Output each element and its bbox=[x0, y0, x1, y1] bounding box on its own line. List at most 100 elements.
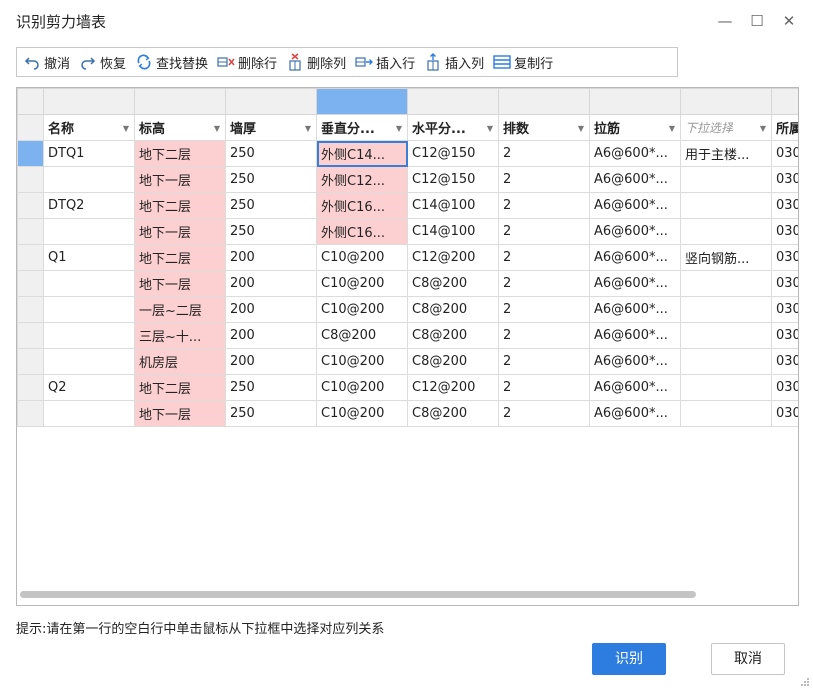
cell-tie[interactable]: A6@600*... bbox=[589, 400, 681, 427]
cell-horizontal[interactable]: C14@100 bbox=[407, 192, 499, 219]
chevron-down-icon[interactable]: ▼ bbox=[760, 124, 766, 133]
row-header[interactable] bbox=[17, 348, 44, 375]
cell-elevation[interactable]: 地下二层 bbox=[134, 192, 226, 219]
cell-vertical[interactable]: C10@200 bbox=[316, 400, 408, 427]
copy-row-button[interactable]: 复制行 bbox=[493, 50, 553, 74]
cell-elevation[interactable]: 地下二层 bbox=[134, 140, 226, 167]
cell-tie[interactable]: A6@600*... bbox=[589, 192, 681, 219]
cell-rows[interactable]: 2 bbox=[498, 140, 590, 167]
row-header[interactable] bbox=[17, 166, 44, 193]
row-header[interactable] bbox=[17, 400, 44, 427]
cell-thickness[interactable]: 250 bbox=[225, 400, 317, 427]
cell-dropdown-select[interactable] bbox=[680, 348, 772, 375]
cell-name[interactable]: DTQ2 bbox=[43, 192, 135, 219]
data-grid[interactable]: 名称 ▼ 标高 ▼ 墙厚 ▼ 垂直分... ▼ 水平分... ▼ 排数 ▼ 拉筋 ▼ 下拉选择… bbox=[16, 87, 799, 606]
cell-vertical[interactable]: 外侧C16... bbox=[316, 192, 408, 219]
column-selector[interactable] bbox=[134, 88, 226, 115]
cell-tie[interactable]: A6@600*... bbox=[589, 374, 681, 401]
cell-vertical[interactable]: C10@200 bbox=[316, 244, 408, 271]
column-selector[interactable] bbox=[498, 88, 590, 115]
cell-elevation[interactable]: 地下二层 bbox=[134, 374, 226, 401]
header-cell-name[interactable]: 名称 ▼ bbox=[43, 114, 135, 141]
cell-dropdown-select[interactable] bbox=[680, 374, 772, 401]
cell-tie[interactable]: A6@600*... bbox=[589, 244, 681, 271]
cell-rows[interactable]: 2 bbox=[498, 192, 590, 219]
header-cell-elevation[interactable]: 标高 ▼ bbox=[134, 114, 226, 141]
column-selector[interactable] bbox=[225, 88, 317, 115]
cell-belongs[interactable]: 030 bbox=[771, 218, 798, 245]
undo-button[interactable]: 撤消 bbox=[23, 50, 70, 74]
cell-thickness[interactable]: 200 bbox=[225, 244, 317, 271]
column-selector[interactable] bbox=[43, 88, 135, 115]
cell-elevation[interactable]: 一层~二层 bbox=[134, 296, 226, 323]
column-selector-active[interactable] bbox=[316, 88, 408, 115]
chevron-down-icon[interactable]: ▼ bbox=[487, 124, 493, 133]
delete-row-button[interactable]: 删除行 bbox=[217, 50, 277, 74]
chevron-down-icon[interactable]: ▼ bbox=[396, 124, 402, 133]
header-cell-dropdown-select[interactable]: 下拉选择 ▼ bbox=[680, 114, 772, 141]
cell-horizontal[interactable]: C8@200 bbox=[407, 322, 499, 349]
cell-belongs[interactable]: 030 bbox=[771, 296, 798, 323]
cell-name[interactable] bbox=[43, 270, 135, 297]
resize-grip-icon[interactable] bbox=[801, 678, 809, 686]
cell-belongs[interactable]: 030 bbox=[771, 270, 798, 297]
cell-thickness[interactable]: 200 bbox=[225, 296, 317, 323]
recognize-button[interactable]: 识别 bbox=[592, 643, 666, 675]
row-header[interactable] bbox=[17, 296, 44, 323]
row-header[interactable] bbox=[17, 322, 44, 349]
cell-elevation[interactable]: 地下一层 bbox=[134, 166, 226, 193]
title-bar[interactable]: 识别剪力墙表 — ☐ ✕ bbox=[0, 0, 813, 44]
chevron-down-icon[interactable]: ▼ bbox=[214, 124, 220, 133]
cell-dropdown-select[interactable] bbox=[680, 322, 772, 349]
cell-name[interactable]: Q2 bbox=[43, 374, 135, 401]
row-header[interactable] bbox=[17, 218, 44, 245]
cell-elevation[interactable]: 地下一层 bbox=[134, 400, 226, 427]
column-selector[interactable] bbox=[589, 88, 681, 115]
cell-dropdown-select[interactable] bbox=[680, 192, 772, 219]
header-cell-horizontal[interactable]: 水平分... ▼ bbox=[407, 114, 499, 141]
column-selector[interactable] bbox=[680, 88, 772, 115]
cell-tie[interactable]: A6@600*... bbox=[589, 166, 681, 193]
cell-horizontal[interactable]: C14@100 bbox=[407, 218, 499, 245]
redo-button[interactable]: 恢复 bbox=[79, 50, 126, 74]
chevron-down-icon[interactable]: ▼ bbox=[669, 124, 675, 133]
row-header[interactable] bbox=[17, 140, 44, 167]
close-button[interactable]: ✕ bbox=[776, 8, 802, 34]
cell-horizontal[interactable]: C12@150 bbox=[407, 140, 499, 167]
find-replace-button[interactable]: 查找替换 bbox=[135, 50, 208, 74]
cell-elevation[interactable]: 机房层 bbox=[134, 348, 226, 375]
cell-elevation[interactable]: 地下一层 bbox=[134, 218, 226, 245]
cell-thickness[interactable]: 250 bbox=[225, 140, 317, 167]
cell-rows[interactable]: 2 bbox=[498, 244, 590, 271]
cell-belongs[interactable]: 030 bbox=[771, 374, 798, 401]
horizontal-scrollbar[interactable] bbox=[20, 591, 696, 598]
cell-dropdown-select[interactable]: 竖向钢筋... bbox=[680, 244, 772, 271]
cell-horizontal[interactable]: C12@150 bbox=[407, 166, 499, 193]
cell-name[interactable]: Q1 bbox=[43, 244, 135, 271]
cell-rows[interactable]: 2 bbox=[498, 270, 590, 297]
cell-tie[interactable]: A6@600*... bbox=[589, 296, 681, 323]
header-cell-vertical[interactable]: 垂直分... ▼ bbox=[316, 114, 408, 141]
chevron-down-icon[interactable]: ▼ bbox=[305, 124, 311, 133]
cell-name[interactable] bbox=[43, 322, 135, 349]
cell-belongs[interactable]: 030 bbox=[771, 348, 798, 375]
cell-thickness[interactable]: 250 bbox=[225, 374, 317, 401]
cell-thickness[interactable]: 200 bbox=[225, 270, 317, 297]
cell-horizontal[interactable]: C8@200 bbox=[407, 296, 499, 323]
cell-thickness[interactable]: 250 bbox=[225, 218, 317, 245]
minimize-button[interactable]: — bbox=[712, 8, 738, 34]
cell-rows[interactable]: 2 bbox=[498, 218, 590, 245]
cell-horizontal[interactable]: C12@200 bbox=[407, 244, 499, 271]
cell-rows[interactable]: 2 bbox=[498, 374, 590, 401]
cell-name[interactable]: DTQ1 bbox=[43, 140, 135, 167]
row-header[interactable] bbox=[17, 244, 44, 271]
cell-vertical[interactable]: 外侧C16... bbox=[316, 218, 408, 245]
cell-rows[interactable]: 2 bbox=[498, 296, 590, 323]
column-selector[interactable] bbox=[771, 88, 798, 115]
cell-dropdown-select[interactable] bbox=[680, 296, 772, 323]
chevron-down-icon[interactable]: ▼ bbox=[123, 124, 129, 133]
cell-horizontal[interactable]: C8@200 bbox=[407, 270, 499, 297]
cell-dropdown-select[interactable] bbox=[680, 270, 772, 297]
column-selector[interactable] bbox=[407, 88, 499, 115]
maximize-button[interactable]: ☐ bbox=[744, 8, 770, 34]
